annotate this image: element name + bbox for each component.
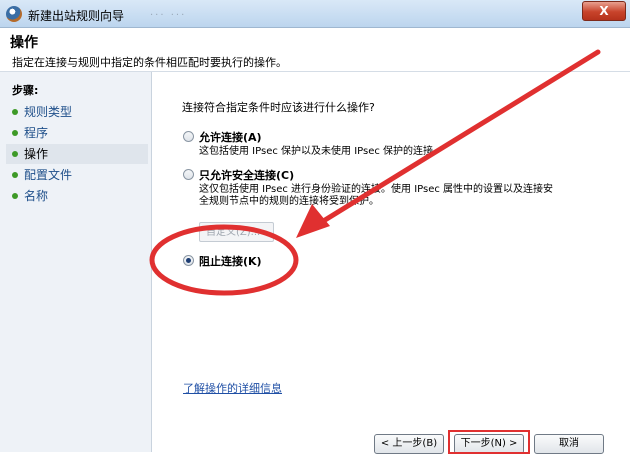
sidebar-item-label: 操作: [24, 147, 49, 161]
allow-connection-desc: 这包括使用 IPsec 保护以及未使用 IPsec 保护的连接。: [199, 146, 444, 157]
allow-connection-label[interactable]: 允许连接(A): [199, 129, 262, 145]
steps-heading: 步骤:: [12, 84, 39, 97]
customize-button[interactable]: 自定义(Z)...: [199, 222, 274, 242]
background-window-text: ... ...: [150, 7, 187, 18]
bullet-icon: [12, 130, 18, 136]
sidebar-item-action[interactable]: 操作: [6, 144, 148, 164]
page-title: 操作: [10, 35, 38, 51]
allow-connection-radio[interactable]: [183, 131, 194, 142]
steps-sidebar: 步骤: 规则类型 程序 操作 配置文件 名称: [0, 72, 152, 452]
bullet-icon: [12, 193, 18, 199]
page-description: 指定在连接与规则中指定的条件相匹配时要执行的操作。: [12, 56, 287, 69]
back-button[interactable]: < 上一步(B): [374, 434, 444, 454]
bullet-icon: [12, 172, 18, 178]
sidebar-item-label: 名称: [24, 189, 49, 203]
bullet-icon: [12, 109, 18, 115]
close-button[interactable]: X: [582, 1, 626, 21]
sidebar-item-label: 规则类型: [24, 105, 73, 119]
cancel-button[interactable]: 取消: [534, 434, 604, 454]
allow-secure-desc-line2: 全规则节点中的规则的连接将受到保护。: [199, 196, 379, 207]
sidebar-item-label: 配置文件: [24, 168, 73, 182]
block-connection-radio[interactable]: [183, 255, 194, 266]
allow-secure-label[interactable]: 只允许安全连接(C): [199, 167, 294, 183]
allow-secure-desc-line1: 这仅包括使用 IPsec 进行身份验证的连接。使用 IPsec 属性中的设置以及…: [199, 184, 554, 195]
firewall-icon: [6, 6, 22, 22]
sidebar-item-program[interactable]: 程序: [6, 123, 148, 143]
sidebar-item-label: 程序: [24, 126, 49, 140]
block-connection-label[interactable]: 阻止连接(K): [199, 253, 262, 269]
title-bar: 新建出站规则向导 ... ... X: [0, 0, 630, 28]
learn-more-link[interactable]: 了解操作的详细信息: [183, 380, 282, 396]
window-title: 新建出站规则向导: [28, 9, 125, 23]
sidebar-item-name[interactable]: 名称: [6, 186, 148, 206]
wizard-content: 连接符合指定条件时应该进行什么操作? 允许连接(A) 这包括使用 IPsec 保…: [152, 72, 630, 454]
wizard-header: 操作 指定在连接与规则中指定的条件相匹配时要执行的操作。: [0, 28, 630, 72]
sidebar-item-rule-type[interactable]: 规则类型: [6, 102, 148, 122]
bullet-icon: [12, 151, 18, 157]
sidebar-item-profile[interactable]: 配置文件: [6, 165, 148, 185]
allow-secure-radio[interactable]: [183, 169, 194, 180]
next-button-highlight-box: [448, 430, 530, 454]
action-question: 连接符合指定条件时应该进行什么操作?: [182, 101, 375, 114]
